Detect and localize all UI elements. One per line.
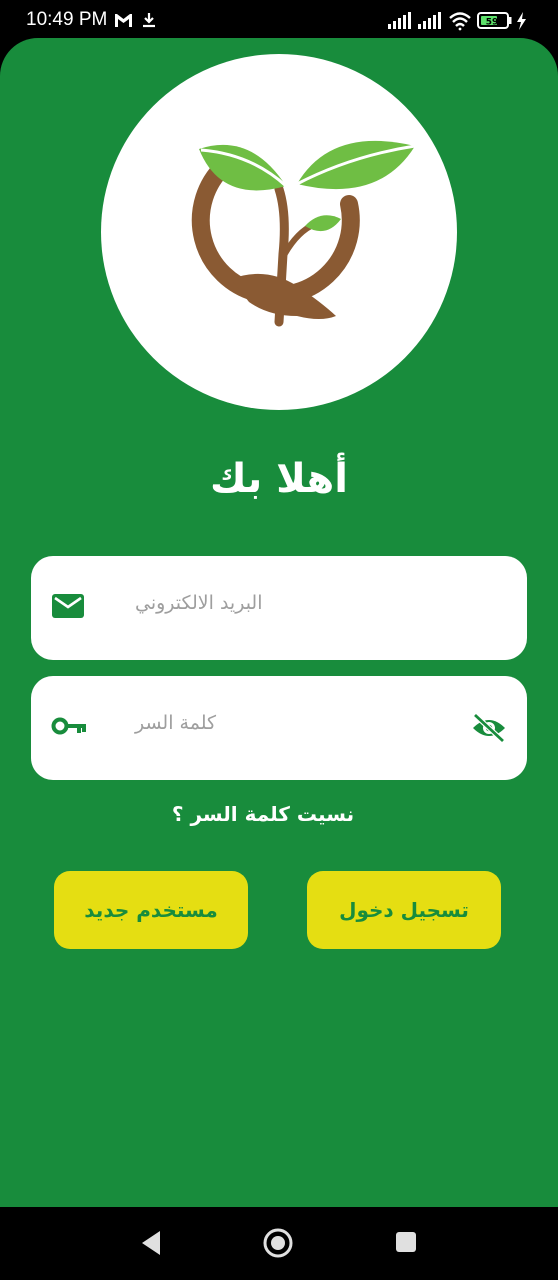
eye-off-icon[interactable] [471,712,507,748]
login-button[interactable]: تسجيل دخول [307,871,501,949]
status-time: 10:49 PM [26,9,108,30]
new-user-button[interactable]: مستخدم جديد [54,871,248,949]
svg-text:59: 59 [486,18,499,28]
gmail-icon [115,14,132,27]
welcome-title: أهلا بك [209,456,348,502]
login-screen: أهلا بك البريد الالكتروني كلمة السر نسيت… [0,38,558,1207]
navigation-bar [0,1207,558,1280]
charging-icon [517,12,526,30]
back-icon[interactable] [140,1229,162,1261]
email-field[interactable]: البريد الالكتروني [31,556,527,660]
status-left-icons [114,11,164,31]
status-right-icons: 59 [388,10,538,32]
app-logo [101,54,457,410]
forgot-password-link[interactable]: نسيت كلمة السر ؟ [0,802,526,826]
signal-icon [388,12,411,29]
password-field[interactable]: كلمة السر [31,676,527,780]
download-icon [143,13,155,28]
recents-icon[interactable] [395,1231,417,1257]
wifi-icon [449,12,471,31]
mail-icon [51,592,85,624]
key-icon [51,712,89,744]
home-icon[interactable] [262,1227,294,1263]
email-placeholder: البريد الالكتروني [135,592,263,614]
password-placeholder: كلمة السر [135,712,217,734]
signal-icon [418,12,441,29]
status-bar: 10:49 PM 59 [0,0,558,40]
plant-logo-icon [191,140,416,327]
battery-icon: 59 [477,12,512,29]
